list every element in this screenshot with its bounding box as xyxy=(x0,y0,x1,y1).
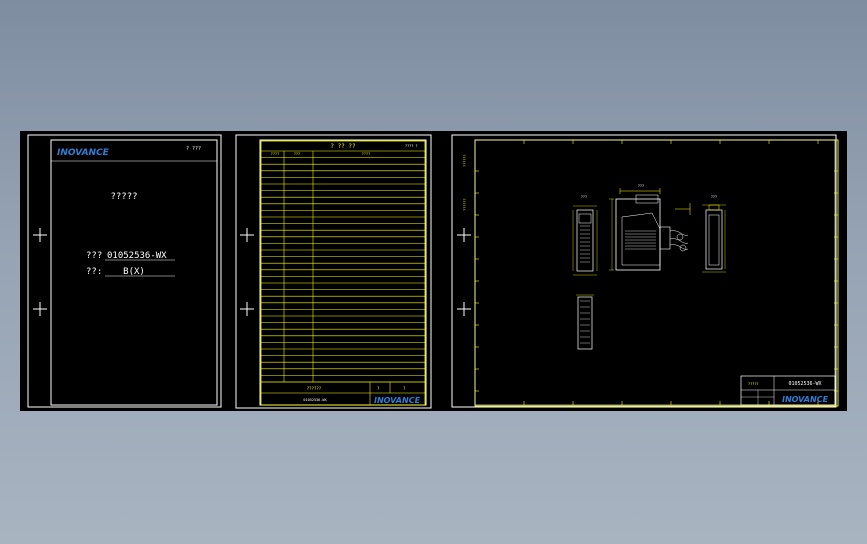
view-label: ??? xyxy=(638,184,644,188)
side-view-left: ??? xyxy=(572,195,598,276)
column-header: ???? xyxy=(271,152,279,156)
footer-doc-number: 01052536-WX xyxy=(303,398,327,402)
crosshair-marker xyxy=(33,302,47,316)
sheet-cover[interactable]: INOVANCE ? ??? ????? ??? 01052536-WX ??:… xyxy=(27,134,222,408)
footer-mark: ? xyxy=(377,386,380,391)
title-block-number: 01052536-WX xyxy=(788,381,821,387)
crosshair-marker xyxy=(457,302,471,316)
inovance-logo: INOVANCE xyxy=(57,148,110,158)
cover-title: ????? xyxy=(110,192,137,202)
sheet-assembly-drawing[interactable]: ?????? ?????? ??? ??? ??? ????? 01052536… xyxy=(451,134,839,408)
crosshair-marker xyxy=(33,228,47,242)
view-label: ??? xyxy=(581,195,587,199)
side-view-right: ??? xyxy=(702,195,726,273)
crosshair-marker xyxy=(240,228,254,242)
sheet-revision-record[interactable]: ? ?? ?? ???? ? ???? ??? ???? ?????? 0105… xyxy=(235,134,432,409)
drawing-canvas: INOVANCE ? ??? ????? ??? 01052536-WX ??:… xyxy=(27,134,839,409)
doc-number-value: 01052536-WX xyxy=(107,251,167,261)
sheet-header-right: ? ??? xyxy=(186,146,201,152)
inovance-logo: INOVANCE xyxy=(782,395,829,404)
crosshair-marker xyxy=(457,228,471,242)
sheet-border xyxy=(235,134,432,409)
bottom-view xyxy=(576,294,594,350)
revision-table-title: ? ?? ?? xyxy=(330,143,356,150)
doc-number-label: ??? xyxy=(86,251,102,261)
version-label: ??: xyxy=(86,267,102,277)
revision-table-header-right: ???? ? xyxy=(405,144,418,148)
zone-tick-marks xyxy=(475,140,838,405)
title-block-label: ????? xyxy=(748,382,759,386)
side-label: ?????? xyxy=(463,154,467,167)
side-label: ?????? xyxy=(463,198,467,211)
cad-model-viewport[interactable]: INOVANCE ? ??? ????? ??? 01052536-WX ??:… xyxy=(20,131,847,411)
title-block: ????? 01052536-WX INOVANCE xyxy=(740,375,836,406)
view-label: ??? xyxy=(711,195,717,199)
crosshair-marker xyxy=(240,302,254,316)
footer-center-text: ?????? xyxy=(307,386,322,391)
revision-table-rows xyxy=(261,150,425,376)
sheet-inner-frame xyxy=(259,139,427,406)
revision-table-frame xyxy=(260,140,426,406)
sheet-inner-frame xyxy=(474,139,836,406)
column-header: ??? xyxy=(294,152,300,156)
sheet-border xyxy=(451,134,837,408)
drawing-outer-frame xyxy=(474,139,839,407)
front-view: ??? xyxy=(609,184,691,271)
footer-mark: ? xyxy=(403,386,406,391)
version-value: B(X) xyxy=(123,267,145,277)
inovance-logo: INOVANCE xyxy=(374,396,421,405)
column-header: ???? xyxy=(362,152,370,156)
